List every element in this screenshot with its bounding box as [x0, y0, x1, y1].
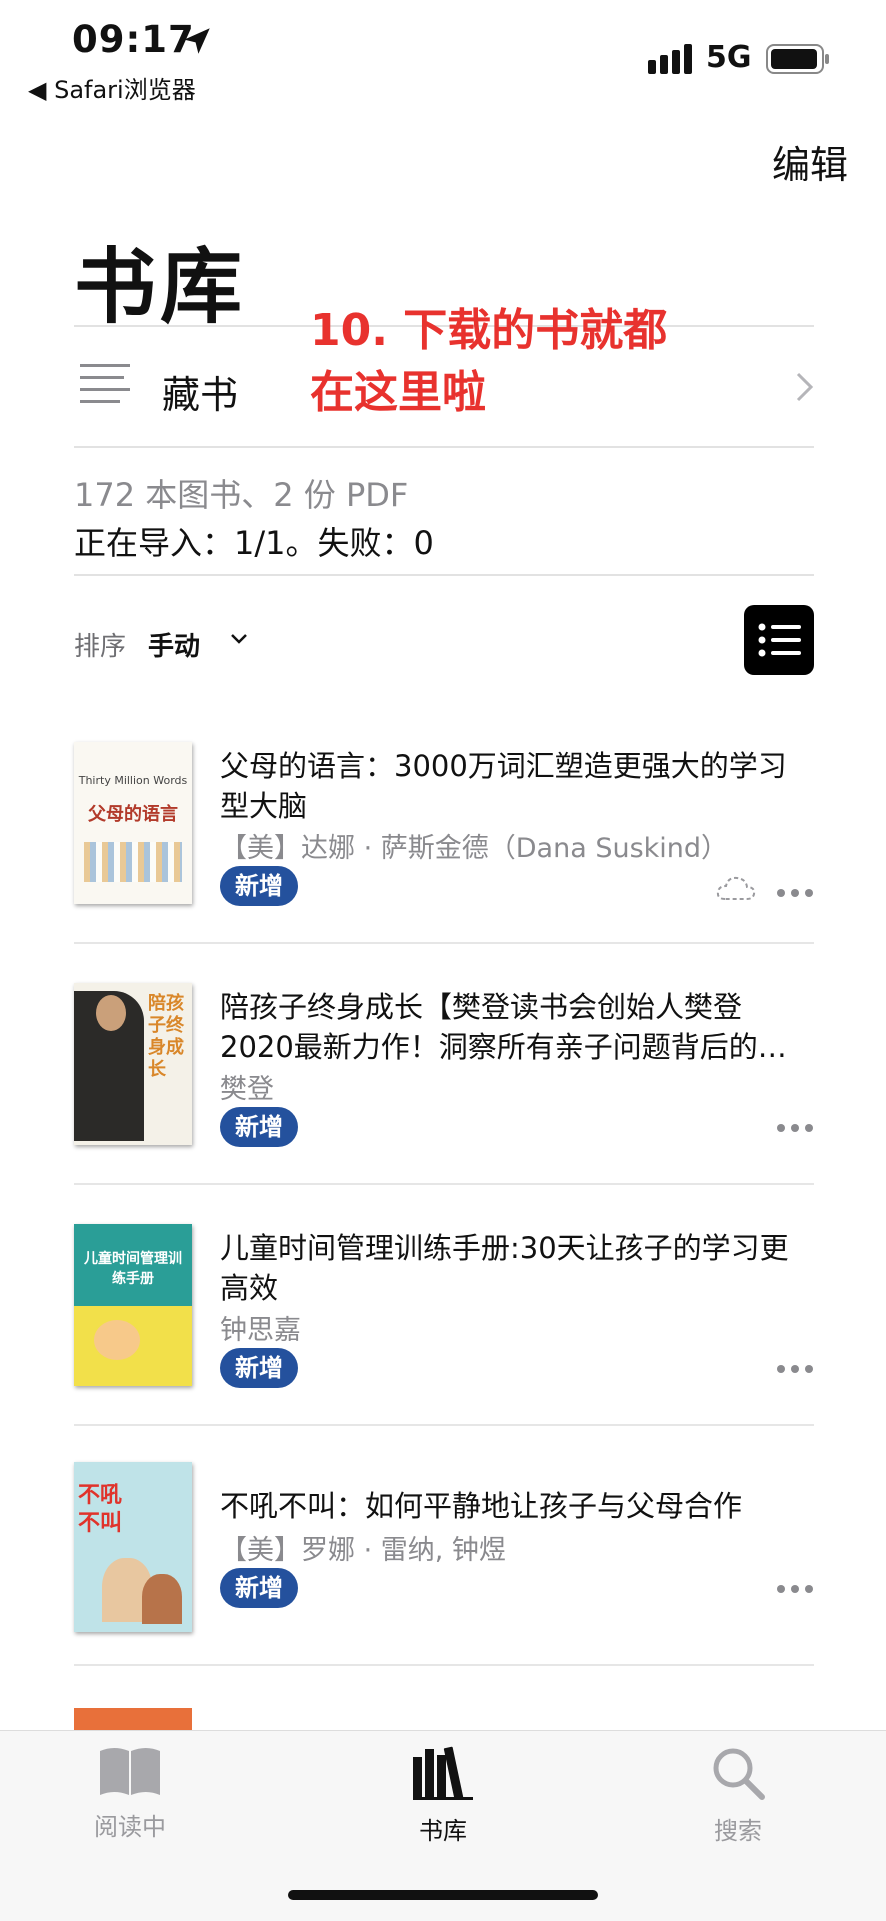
- location-arrow-icon: [184, 28, 210, 54]
- list-item[interactable]: 不吼不叫 不吼不叫：如何平静地让孩子与父母合作 【美】罗娜 · 雷纳, 钟煜 新…: [74, 1462, 814, 1702]
- cover-title: 陪孩子终身成长: [148, 993, 184, 1080]
- new-badge: 新增: [220, 866, 298, 906]
- book-cover[interactable]: 儿童时间管理训练手册: [74, 1224, 192, 1386]
- book-title-line2: 高效: [220, 1271, 279, 1305]
- cover-title: 儿童时间管理训练手册: [84, 1251, 182, 1287]
- sort-dropdown[interactable]: 手动: [148, 626, 200, 663]
- home-indicator[interactable]: [288, 1890, 598, 1900]
- divider: [74, 1424, 814, 1426]
- more-options-icon[interactable]: [776, 888, 814, 898]
- chevron-right-icon[interactable]: [794, 370, 816, 404]
- book-title: 不吼不叫：如何平静地让孩子与父母合作: [220, 1489, 743, 1523]
- tab-label: 阅读中: [94, 1813, 166, 1841]
- book-cover[interactable]: 不吼不叫: [74, 1462, 192, 1632]
- divider: [74, 1183, 814, 1185]
- cover-subtitle: Thirty Million Words: [78, 774, 188, 787]
- book-cover[interactable]: Thirty Million Words 父母的语言: [74, 742, 192, 904]
- chevron-down-icon[interactable]: [230, 632, 248, 646]
- book-title: 陪孩子终身成长【樊登读书会创始人樊登: [220, 990, 743, 1024]
- collection-list-icon: [80, 364, 130, 403]
- list-item[interactable]: Thirty Million Words 父母的语言 父母的语言：3000万词汇…: [74, 742, 814, 982]
- tab-search[interactable]: 搜索: [658, 1745, 818, 1846]
- status-time: 09:17: [72, 18, 195, 61]
- divider: [74, 942, 814, 944]
- battery-icon: [766, 44, 829, 74]
- divider: [74, 574, 814, 576]
- import-status: 正在导入：1/1。失败：0: [74, 524, 434, 562]
- library-icon: [413, 1746, 473, 1800]
- search-icon: [713, 1748, 765, 1800]
- more-options-icon[interactable]: [776, 1584, 814, 1594]
- cloud-download-icon[interactable]: [716, 874, 756, 902]
- book-title: 儿童时间管理训练手册:30天让孩子的学习更: [220, 1231, 789, 1265]
- edit-button[interactable]: 编辑: [772, 134, 848, 189]
- new-badge: 新增: [220, 1568, 298, 1608]
- list-view-icon: [758, 623, 801, 657]
- collection-label[interactable]: 藏书: [162, 364, 238, 419]
- new-badge: 新增: [220, 1348, 298, 1388]
- book-author: 钟思嘉: [220, 1315, 301, 1346]
- annotation-line2: 在这里啦: [310, 367, 486, 418]
- sort-label: 排序: [74, 632, 127, 662]
- back-to-safari-link[interactable]: ◀ Safari浏览器: [28, 70, 196, 105]
- tab-label: 书库: [419, 1817, 467, 1845]
- divider: [74, 1664, 814, 1666]
- network-type: 5G: [706, 40, 752, 75]
- book-title-line2: 型大脑: [220, 789, 308, 823]
- list-view-toggle-button[interactable]: [744, 605, 814, 675]
- new-badge: 新增: [220, 1107, 298, 1147]
- page-title: 书库: [74, 240, 247, 335]
- tutorial-annotation: 10. 下载的书就都 在这里啦: [310, 300, 667, 424]
- book-cover[interactable]: 陪孩子终身成长: [74, 983, 192, 1145]
- list-item[interactable]: 陪孩子终身成长 陪孩子终身成长【樊登读书会创始人樊登 2020最新力作！洞察所有…: [74, 983, 814, 1223]
- library-count: 172 本图书、2 份 PDF: [74, 476, 409, 514]
- book-title-line2: 2020最新力作！洞察所有亲子问题背后的…: [220, 1030, 787, 1064]
- cover-title: 不吼不叫: [78, 1483, 123, 1536]
- tab-reading-now[interactable]: 阅读中: [50, 1745, 210, 1842]
- tab-label: 搜索: [714, 1817, 762, 1845]
- more-options-icon[interactable]: [776, 1123, 814, 1133]
- signal-icon: [648, 44, 692, 74]
- book-author: 【美】达娜 · 萨斯金德（Dana Suskind）: [220, 833, 729, 864]
- annotation-line1: 10. 下载的书就都: [310, 305, 668, 356]
- more-options-icon[interactable]: [776, 1364, 814, 1374]
- list-item[interactable]: 儿童时间管理训练手册 儿童时间管理训练手册:30天让孩子的学习更 高效 钟思嘉 …: [74, 1224, 814, 1464]
- book-author: 【美】罗娜 · 雷纳, 钟煜: [220, 1535, 506, 1566]
- tab-library[interactable]: 书库: [363, 1745, 523, 1846]
- cover-title: 父母的语言: [88, 804, 178, 825]
- divider: [74, 446, 814, 448]
- book-title: 父母的语言：3000万词汇塑造更强大的学习: [220, 749, 787, 783]
- book-author: 樊登: [220, 1074, 274, 1105]
- book-open-icon: [100, 1748, 160, 1795]
